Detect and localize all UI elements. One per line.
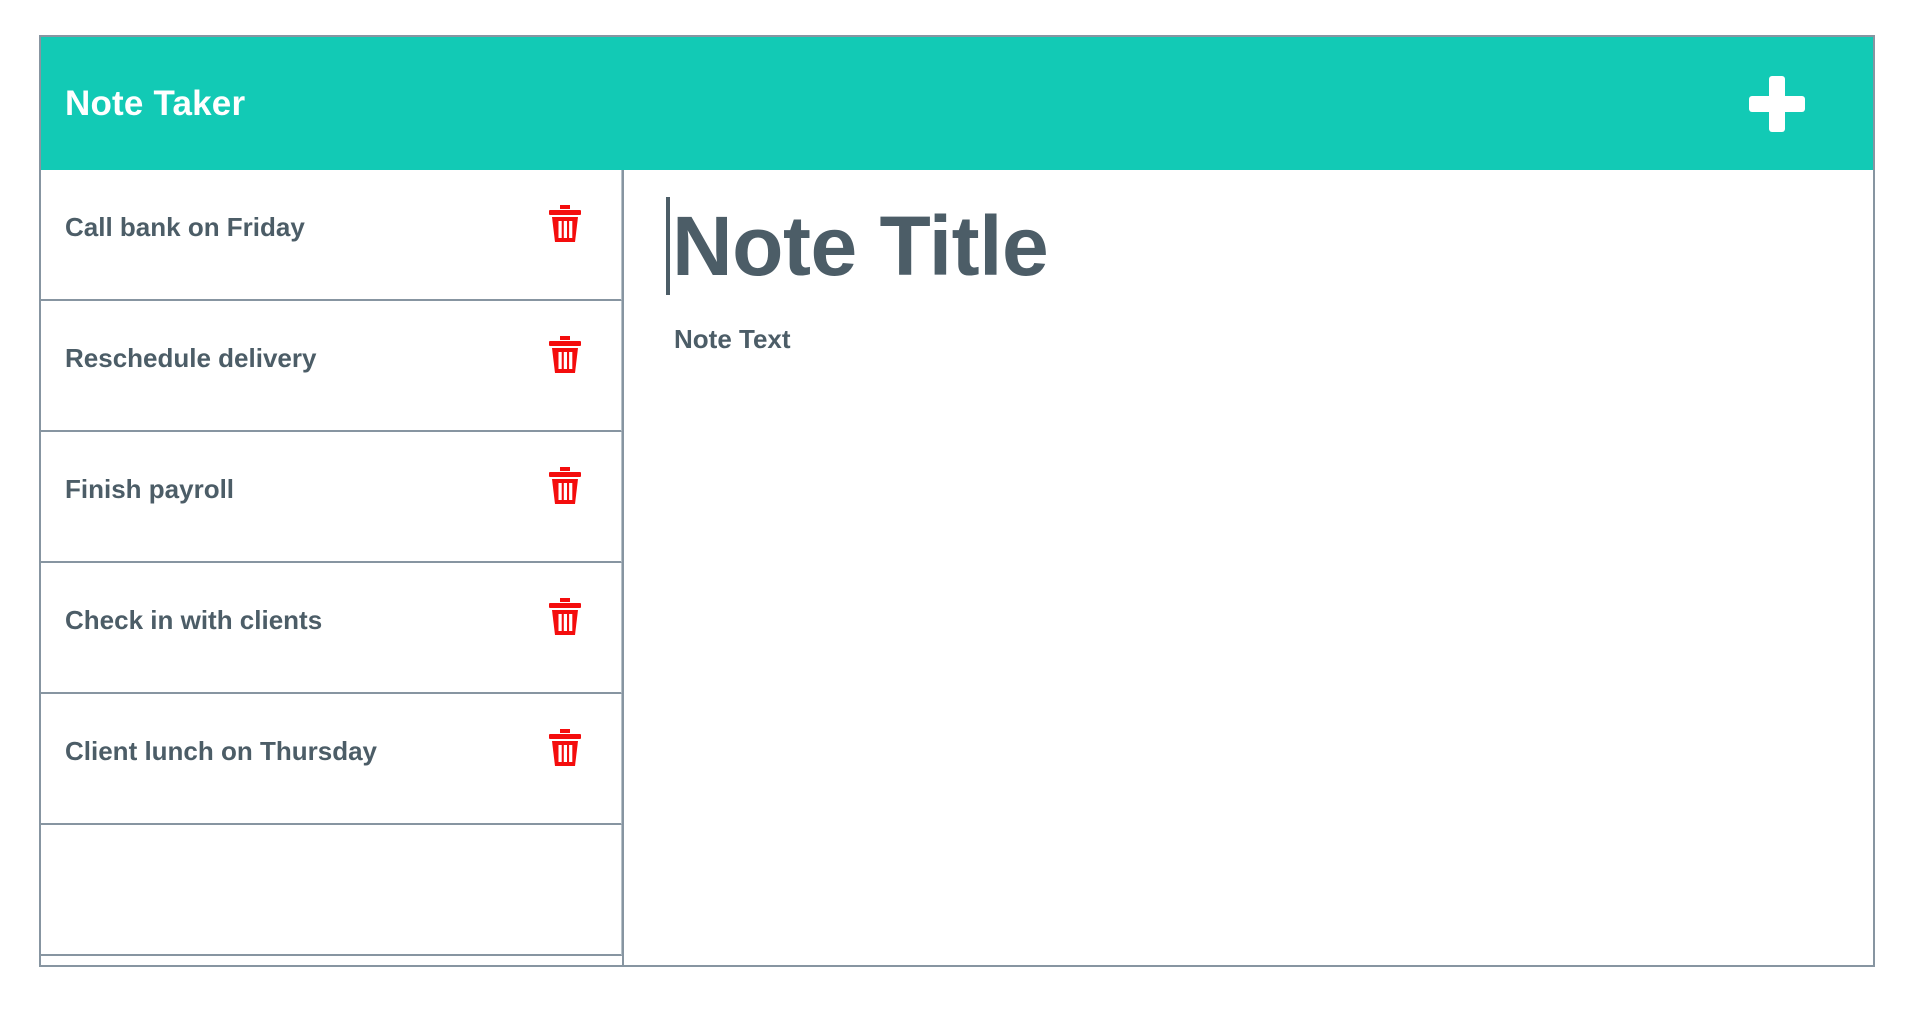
note-item-label: Check in with clients: [65, 605, 323, 635]
trash-icon: [548, 336, 582, 374]
note-title-input[interactable]: [672, 197, 1772, 295]
app-header: Note Taker: [41, 37, 1873, 170]
app-window: Note Taker Call bank on Friday Reschedul…: [39, 35, 1875, 967]
list-item[interactable]: Client lunch on Thursday: [41, 694, 622, 825]
app-body: Call bank on Friday Reschedule delivery …: [41, 170, 1873, 965]
page-title: Note Taker: [65, 84, 246, 123]
delete-note-button[interactable]: [533, 323, 597, 387]
list-item[interactable]: Finish payroll: [41, 432, 622, 563]
note-list: Call bank on Friday Reschedule delivery …: [41, 170, 624, 965]
note-title-row: [666, 196, 1873, 296]
list-item[interactable]: Reschedule delivery: [41, 301, 622, 432]
note-item-label: Reschedule delivery: [65, 343, 317, 373]
trash-icon: [548, 205, 582, 243]
delete-note-button[interactable]: [533, 192, 597, 256]
list-item-empty[interactable]: [41, 825, 622, 956]
delete-note-button[interactable]: [533, 716, 597, 780]
add-note-button[interactable]: [1741, 68, 1813, 140]
text-caret: [666, 197, 670, 295]
list-item[interactable]: Call bank on Friday: [41, 170, 622, 301]
note-editor: [624, 170, 1873, 965]
trash-icon: [548, 467, 582, 505]
list-item[interactable]: Check in with clients: [41, 563, 622, 694]
trash-icon: [548, 598, 582, 636]
note-item-label: Finish payroll: [65, 474, 235, 504]
note-item-label: Call bank on Friday: [65, 212, 305, 242]
note-text-input[interactable]: [674, 322, 1854, 842]
plus-icon: [1749, 75, 1805, 132]
delete-note-button[interactable]: [533, 454, 597, 518]
note-item-label: Client lunch on Thursday: [65, 736, 378, 766]
trash-icon: [548, 729, 582, 767]
delete-note-button[interactable]: [533, 585, 597, 649]
